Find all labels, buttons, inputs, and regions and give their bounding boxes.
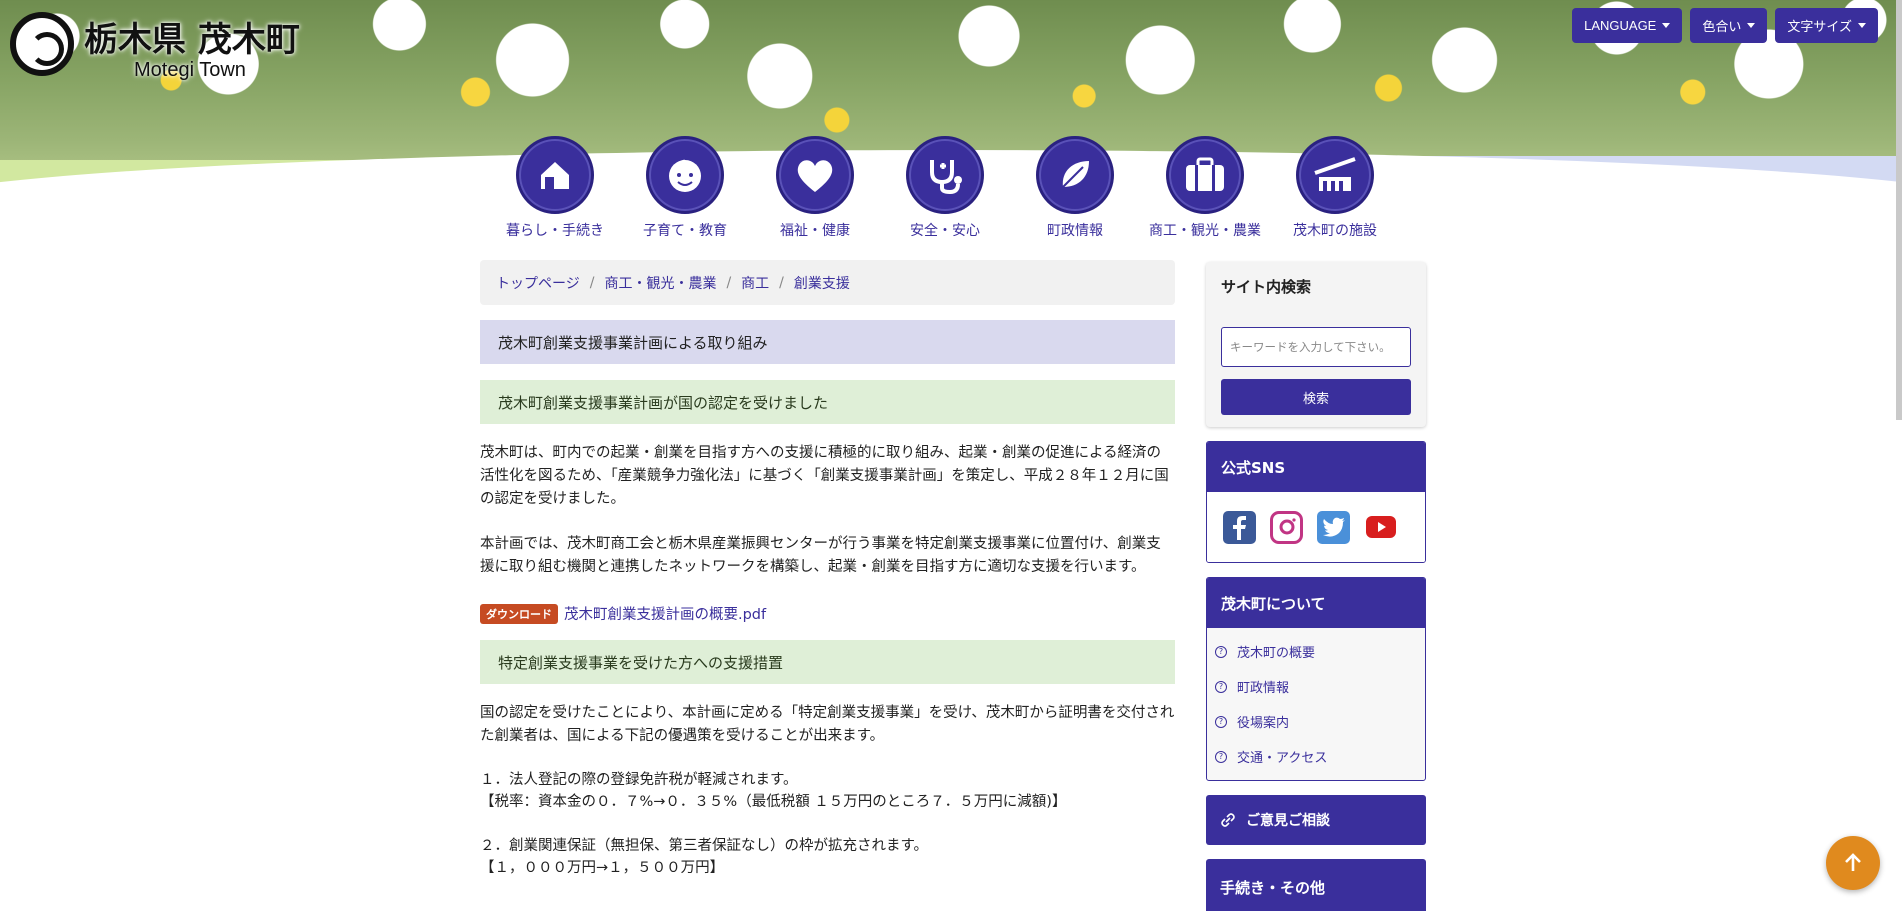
question-circle-icon: ? [1215, 750, 1227, 763]
instagram-icon[interactable] [1270, 510, 1303, 544]
question-circle-icon: ? [1215, 715, 1227, 728]
sidebar: サイト内検索 検索 公式SNS 茂木町について ? 茂木町の概要 [1206, 262, 1426, 911]
house-icon [516, 136, 594, 214]
color-button-label: 色合い [1702, 19, 1742, 34]
breadcrumb-link-business[interactable]: 商工 [741, 273, 769, 293]
suitcase-icon [1166, 136, 1244, 214]
site-search-box: サイト内検索 検索 [1206, 262, 1426, 427]
heart-icon [776, 136, 854, 214]
question-circle-icon: ? [1215, 645, 1227, 658]
search-title: サイト内検索 [1221, 278, 1312, 296]
question-circle-icon: ? [1215, 680, 1227, 693]
paragraph-intro: 茂木町は、町内での起業・創業を目指す方への支援に積極的に取り組み、起業・創業の促… [480, 445, 1169, 507]
nav-item-label: 子育て・教育 [643, 223, 727, 239]
breadcrumb-link-commerce[interactable]: 商工・観光・農業 [604, 273, 716, 293]
nav-item-label: 暮らし・手続き [506, 223, 604, 239]
font-size-dropdown-button[interactable]: 文字サイズ [1775, 8, 1878, 43]
search-input[interactable] [1221, 327, 1411, 367]
nav-item-label: 茂木町の施設 [1293, 223, 1377, 239]
youtube-icon[interactable] [1364, 510, 1397, 544]
nav-item-label: 福祉・健康 [780, 223, 850, 239]
town-emblem-icon [10, 12, 74, 76]
nav-item-label: 町政情報 [1047, 223, 1103, 239]
nav-item-safety[interactable]: 安全・安心 [880, 136, 1010, 240]
about-item-office[interactable]: ? 役場案内 [1207, 704, 1425, 739]
nav-item-label: 安全・安心 [910, 223, 980, 239]
nav-item-commerce[interactable]: 商工・観光・農業 [1140, 136, 1270, 240]
about-item-label: 町政情報 [1237, 681, 1290, 696]
baby-face-icon [646, 136, 724, 214]
stethoscope-icon [906, 136, 984, 214]
paragraph-network: 本計画では、茂木町商工会と栃木県産業振興センターが行う事業を特定創業支援事業に位… [480, 536, 1161, 575]
pdf-download-link[interactable]: 茂木町創業支援計画の概要.pdf [564, 603, 766, 624]
nav-item-welfare[interactable]: 福祉・健康 [750, 136, 880, 240]
download-badge: ダウンロード [480, 603, 558, 624]
about-item-label: 茂木町の概要 [1237, 646, 1316, 661]
site-subtitle: Motegi Town [134, 59, 246, 81]
facebook-icon[interactable] [1223, 510, 1256, 544]
about-panel: 茂木町について ? 茂木町の概要 ? 町政情報 ? 役場案内 ? 交通・アクセス [1206, 577, 1426, 781]
about-list: ? 茂木町の概要 ? 町政情報 ? 役場案内 ? 交通・アクセス [1207, 628, 1425, 780]
consultation-label: ご意見ご相談 [1246, 813, 1330, 829]
language-dropdown-button[interactable]: LANGUAGE [1572, 8, 1683, 43]
section-heading-certified: 茂木町創業支援事業計画が国の認定を受けました [480, 380, 1175, 424]
nav-item-town-info[interactable]: 町政情報 [1010, 136, 1140, 240]
page-heading: 茂木町創業支援事業計画による取り組み [480, 320, 1175, 364]
paragraph-support: 国の認定を受けたことにより、本計画に定める「特定創業支援事業」を受け、茂木町から… [480, 705, 1175, 744]
breadcrumb: トップページ / 商工・観光・農業 / 商工 / 創業支援 [480, 260, 1175, 305]
breadcrumb-current[interactable]: 創業支援 [794, 273, 850, 293]
twitter-icon[interactable] [1317, 510, 1350, 544]
color-dropdown-button[interactable]: 色合い [1690, 8, 1768, 43]
breadcrumb-link-top[interactable]: トップページ [496, 273, 580, 293]
sns-panel-title: 公式SNS [1207, 442, 1425, 492]
about-item-label: 役場案内 [1237, 716, 1290, 731]
breadcrumb-separator: / [726, 274, 732, 291]
download-row: ダウンロード 茂木町創業支援計画の概要.pdf [480, 603, 1175, 624]
main-content: トップページ / 商工・観光・農業 / 商工 / 創業支援 茂木町創業支援事業計… [480, 260, 1175, 879]
nav-item-childcare[interactable]: 子育て・教育 [620, 136, 750, 240]
breadcrumb-separator: / [779, 274, 784, 291]
nav-item-living[interactable]: 暮らし・手続き [490, 136, 620, 240]
caret-down-icon [1747, 23, 1756, 28]
about-panel-title: 茂木町について [1207, 578, 1425, 628]
consultation-link[interactable]: ご意見ご相談 [1206, 795, 1426, 845]
language-button-label: LANGUAGE [1584, 18, 1657, 33]
about-item-access[interactable]: ? 交通・アクセス [1207, 739, 1425, 774]
about-item-overview[interactable]: ? 茂木町の概要 [1207, 634, 1425, 669]
page-scrollbar[interactable] [1896, 0, 1902, 420]
support-item-1-detail: 【税率：資本金の０．７%→０．３５%（最低税額 １５万円のところ７．５万円に減額… [480, 794, 1067, 810]
nav-item-facilities[interactable]: 茂木町の施設 [1270, 136, 1400, 240]
support-item-1-title: １．法人登記の際の登録免許税が軽減されます。 [480, 772, 798, 788]
search-button[interactable]: 検索 [1221, 379, 1411, 415]
sns-panel: 公式SNS [1206, 441, 1426, 563]
top-utility-buttons: LANGUAGE 色合い 文字サイズ [1572, 8, 1878, 43]
category-nav: 暮らし・手続き 子育て・教育 福祉・健康 安全・安心 町政情報 商工・観光・農業 [490, 136, 1400, 240]
leaf-icon [1036, 136, 1114, 214]
link-icon [1221, 813, 1235, 827]
caret-down-icon [1662, 23, 1671, 28]
procedures-panel-title: 手続き・その他 [1206, 859, 1426, 911]
building-icon [1296, 136, 1374, 214]
about-item-label: 交通・アクセス [1237, 751, 1328, 766]
caret-down-icon [1858, 23, 1866, 28]
breadcrumb-separator: / [589, 274, 595, 291]
nav-item-label: 商工・観光・農業 [1149, 223, 1261, 239]
font-size-button-label: 文字サイズ [1787, 19, 1852, 34]
site-logo[interactable]: 栃木県 茂木町 Motegi Town [10, 12, 300, 82]
support-item-2-detail: 【１，０００万円→１，５００万円】 [480, 860, 725, 876]
site-title: 栃木県 茂木町 [84, 20, 300, 60]
arrow-up-icon [1845, 853, 1861, 871]
sns-links [1207, 492, 1425, 562]
about-item-town-info[interactable]: ? 町政情報 [1207, 669, 1425, 704]
support-item-2-title: ２．創業関連保証（無担保、第三者保証なし）の枠が拡充されます。 [480, 838, 929, 854]
section-heading-support: 特定創業支援事業を受けた方への支援措置 [480, 640, 1175, 684]
back-to-top-button[interactable] [1826, 836, 1880, 890]
